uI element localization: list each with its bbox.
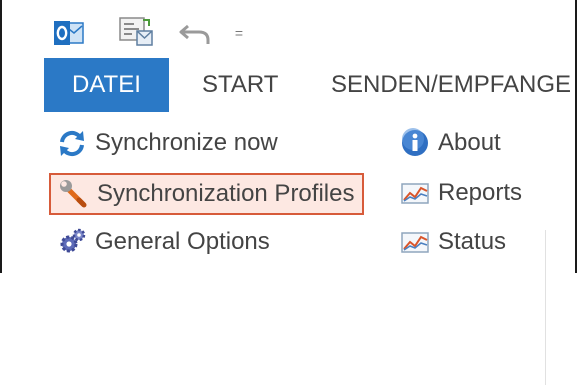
quick-access-toolbar: =	[2, 0, 575, 58]
ribbon-tab-bar: DATEI START SENDEN/EMPFANGE	[2, 58, 575, 112]
gears-icon	[60, 228, 86, 253]
reports-button[interactable]: Reports	[400, 173, 522, 213]
about-label: About	[438, 129, 501, 156]
synchronize-now-button[interactable]: Synchronize now	[57, 123, 278, 163]
tab-senden-empfangen[interactable]: SENDEN/EMPFANGE	[331, 58, 571, 112]
group-separator	[545, 230, 546, 385]
status-button[interactable]: Status	[400, 222, 506, 262]
sync-arrows-icon	[60, 130, 84, 157]
tab-start[interactable]: START	[202, 58, 278, 112]
outlook-icon[interactable]	[54, 20, 84, 46]
reports-label: Reports	[438, 179, 523, 206]
general-options-label: General Options	[95, 228, 270, 255]
outlook-window: = DATEI START SENDEN/EMPFANGE Synchroniz…	[0, 0, 577, 385]
undo-icon[interactable]	[179, 20, 211, 46]
synchronization-profiles-button[interactable]: Synchronization Profiles	[49, 173, 365, 215]
status-label: Status	[438, 228, 507, 255]
wrench-icon	[60, 180, 87, 208]
synchronization-profiles-label: Synchronization Profiles	[97, 180, 355, 207]
ribbon-panel: Synchronize now Synchronization Profiles…	[2, 112, 575, 385]
tab-datei[interactable]: DATEI	[44, 58, 169, 112]
chart-icon	[401, 232, 429, 253]
chart-icon	[401, 183, 429, 204]
send-receive-icon[interactable]	[119, 17, 153, 47]
customize-dropdown-icon[interactable]: =	[232, 24, 246, 42]
about-button[interactable]: About	[400, 123, 501, 163]
synchronize-now-label: Synchronize now	[95, 129, 278, 156]
info-icon	[402, 128, 428, 156]
general-options-button[interactable]: General Options	[57, 222, 270, 262]
